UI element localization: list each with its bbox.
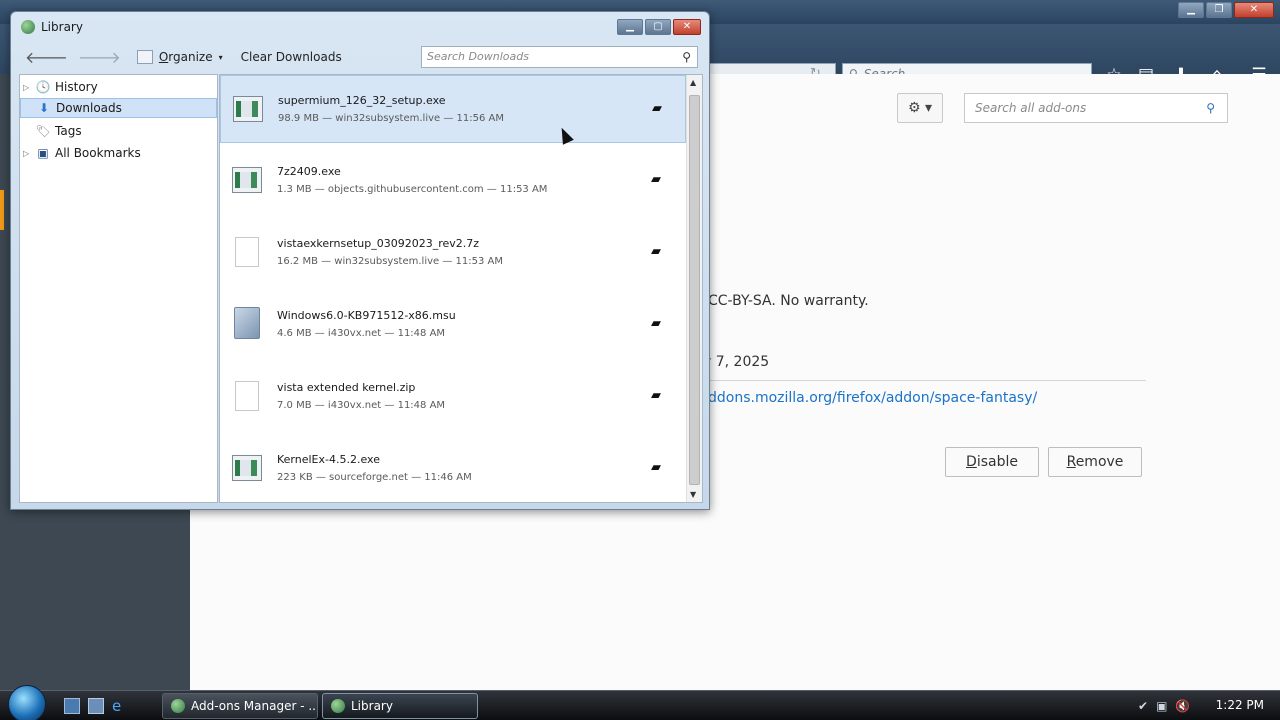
organize-label: Organize xyxy=(158,50,213,64)
tree-item-tags[interactable]: 🏷 Tags xyxy=(20,121,217,141)
download-name: vistaexkernsetup_03092023_rev2.7z xyxy=(277,237,480,250)
taskbar-button-addons-manager[interactable]: Add-ons Manager - ... xyxy=(162,693,318,719)
tree-item-label: History xyxy=(55,80,98,94)
network-icon[interactable]: ▣ xyxy=(1156,699,1167,713)
tree-item-label: Downloads xyxy=(56,101,122,115)
search-icon: ⚲ xyxy=(682,50,691,64)
download-name: supermium_126_32_setup.exe xyxy=(278,94,446,107)
addons-search-input[interactable]: Search all add-ons ⚲ xyxy=(964,93,1228,123)
maximize-button[interactable]: ▢ xyxy=(645,19,671,35)
download-details: 223 KB — sourceforge.net — 11:46 AM xyxy=(277,472,472,483)
library-tree: ▷ 🕓 History ⬇ Downloads 🏷 Tags ▷ ▣ All B… xyxy=(19,74,218,503)
firefox-logo-icon xyxy=(331,699,345,713)
clock[interactable]: 1:22 PM xyxy=(1216,698,1264,712)
addon-date-text: y 7, 2025 xyxy=(703,354,770,370)
restore-button[interactable]: ❐ xyxy=(1206,2,1232,18)
addons-search-placeholder: Search all add-ons xyxy=(975,101,1087,115)
minimize-button[interactable]: ▁ xyxy=(1178,2,1204,18)
update-package-icon xyxy=(234,307,260,339)
downloads-list: supermium_126_32_setup.exe 98.9 MB — win… xyxy=(219,74,703,503)
blank-file-icon xyxy=(235,381,259,411)
addon-homepage-link[interactable]: ddons.mozilla.org/firefox/addon/space-fa… xyxy=(708,390,1037,406)
minimize-button[interactable]: ▁ xyxy=(617,19,643,35)
scroll-up-arrow-icon[interactable]: ▲ xyxy=(690,78,696,87)
firefox-logo-icon xyxy=(21,20,35,34)
search-downloads-input[interactable]: Search Downloads ⚲ xyxy=(421,46,698,68)
open-folder-icon[interactable]: ▰ xyxy=(651,388,661,403)
download-item[interactable]: KernelEx-4.5.2.exe 223 KB — sourceforge.… xyxy=(220,435,686,502)
tree-item-history[interactable]: ▷ 🕓 History xyxy=(20,77,217,97)
organize-button[interactable]: Organize ▾ xyxy=(136,50,223,64)
addons-gear-menu-button[interactable]: ⚙ ▾ xyxy=(897,93,943,123)
taskbar-button-library[interactable]: Library xyxy=(322,693,478,719)
download-details: 16.2 MB — win32subsystem.live — 11:53 AM xyxy=(277,256,503,267)
download-details: 98.9 MB — win32subsystem.live — 11:56 AM xyxy=(278,113,504,124)
disable-button[interactable]: Disable xyxy=(945,447,1039,477)
executable-file-icon xyxy=(233,96,263,122)
tree-item-label: All Bookmarks xyxy=(55,146,141,160)
search-downloads-placeholder: Search Downloads xyxy=(427,50,529,63)
taskbar: e Add-ons Manager - ... Library ✔ ▣ 🔇 1:… xyxy=(0,685,1280,720)
gear-icon: ⚙ xyxy=(907,100,921,116)
executable-file-icon xyxy=(232,167,262,193)
library-window-controls: ▁ ▢ ✕ xyxy=(617,19,701,35)
scroll-down-arrow-icon[interactable]: ▼ xyxy=(690,490,696,499)
internet-explorer-icon[interactable]: e xyxy=(112,698,128,714)
search-icon: ⚲ xyxy=(1206,101,1215,115)
close-button[interactable]: ✕ xyxy=(673,19,701,35)
start-button[interactable] xyxy=(8,685,46,720)
download-arrow-icon: ⬇ xyxy=(38,101,50,115)
taskbar-button-label: Library xyxy=(351,699,393,713)
download-name: KernelEx-4.5.2.exe xyxy=(277,453,380,466)
organize-icon xyxy=(136,50,153,64)
download-item[interactable]: 7z2409.exe 1.3 MB — objects.githubuserco… xyxy=(220,147,686,215)
download-item[interactable]: vista extended kernel.zip 7.0 MB — i430v… xyxy=(220,363,686,431)
library-titlebar: Library xyxy=(21,20,83,34)
library-window: Library ▁ ▢ ✕ 🡐 🡒 Organize ▾ Clear Downl… xyxy=(10,11,710,510)
vertical-scrollbar[interactable]: ▲ ▼ xyxy=(686,75,702,502)
scrollbar-thumb[interactable] xyxy=(689,95,700,485)
download-details: 1.3 MB — objects.githubusercontent.com —… xyxy=(277,184,548,195)
forward-arrow-icon[interactable]: 🡒 xyxy=(78,47,121,67)
show-desktop-icon[interactable] xyxy=(64,698,80,714)
sidebar-selection-marker xyxy=(0,190,4,230)
open-folder-icon[interactable]: ▰ xyxy=(651,316,661,331)
close-button[interactable]: ✕ xyxy=(1234,2,1274,18)
back-arrow-icon[interactable]: 🡐 xyxy=(25,47,68,67)
open-folder-icon[interactable]: ▰ xyxy=(652,101,662,116)
open-folder-icon[interactable]: ▰ xyxy=(651,460,661,475)
chevron-down-icon: ▾ xyxy=(218,52,223,62)
remove-button[interactable]: Remove xyxy=(1048,447,1142,477)
tree-item-all-bookmarks[interactable]: ▷ ▣ All Bookmarks xyxy=(20,143,217,163)
library-title: Library xyxy=(41,20,83,34)
taskbar-button-label: Add-ons Manager - ... xyxy=(191,699,318,713)
download-item[interactable]: Windows6.0-KB971512-x86.msu 4.6 MB — i43… xyxy=(220,291,686,359)
bookmarks-icon: ▣ xyxy=(37,146,49,160)
download-name: 7z2409.exe xyxy=(277,165,341,178)
download-name: vista extended kernel.zip xyxy=(277,381,416,394)
download-item[interactable]: supermium_126_32_setup.exe 98.9 MB — win… xyxy=(220,75,686,143)
download-item[interactable]: vistaexkernsetup_03092023_rev2.7z 16.2 M… xyxy=(220,219,686,287)
firefox-logo-icon xyxy=(171,699,185,713)
expand-triangle-icon[interactable]: ▷ xyxy=(23,149,33,158)
executable-file-icon xyxy=(232,455,262,481)
tree-item-label: Tags xyxy=(55,124,82,138)
blank-file-icon xyxy=(235,237,259,267)
clear-downloads-button[interactable]: Clear Downloads xyxy=(241,50,342,64)
open-folder-icon[interactable]: ▰ xyxy=(651,244,661,259)
open-folder-icon[interactable]: ▰ xyxy=(651,172,661,187)
divider xyxy=(700,380,1146,381)
tag-icon: 🏷 xyxy=(35,124,51,138)
clock-icon: 🕓 xyxy=(35,80,51,94)
download-name: Windows6.0-KB971512-x86.msu xyxy=(277,309,456,322)
volume-muted-icon[interactable]: 🔇 xyxy=(1175,699,1190,713)
expand-triangle-icon[interactable]: ▷ xyxy=(23,83,33,92)
download-details: 4.6 MB — i430vx.net — 11:48 AM xyxy=(277,328,446,339)
firefox-window-controls: ▁ ❐ ✕ xyxy=(1178,2,1274,18)
addon-license-text: CC-BY-SA. No warranty. xyxy=(708,293,869,309)
safely-remove-icon[interactable]: ✔ xyxy=(1138,699,1148,713)
download-details: 7.0 MB — i430vx.net — 11:48 AM xyxy=(277,400,446,411)
switch-windows-icon[interactable] xyxy=(88,698,104,714)
tree-item-downloads[interactable]: ⬇ Downloads xyxy=(20,98,217,118)
